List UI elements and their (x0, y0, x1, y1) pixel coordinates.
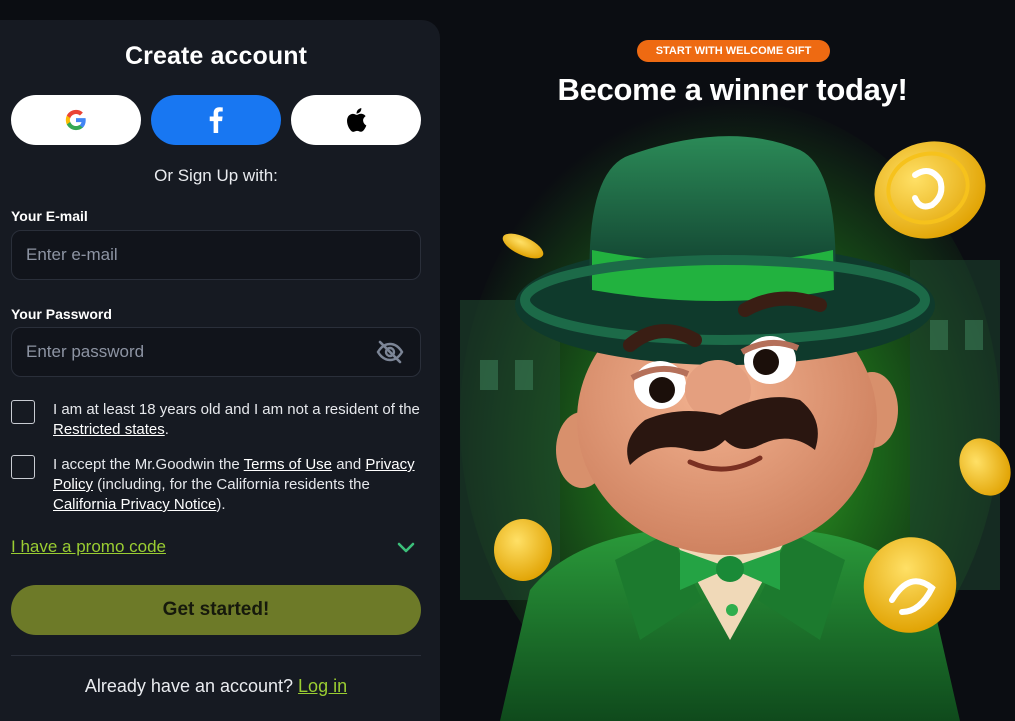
terms-of-use-link[interactable]: Terms of Use (244, 456, 332, 473)
or-sign-up-text: Or Sign Up with: (154, 166, 278, 185)
facebook-icon (209, 107, 223, 133)
terms-text-2: and (332, 456, 366, 473)
terms-text-3: (including, for the California residents… (93, 476, 370, 493)
password-label: Your Password (11, 306, 112, 322)
login-prompt-text: Already have an account? (84, 676, 299, 696)
hero-banner: START WITH WELCOME GIFT Become a winner … (440, 0, 1015, 721)
age-checkbox[interactable] (11, 400, 35, 424)
login-prompt: Already have an account? Log in (0, 676, 432, 697)
get-started-button[interactable]: Get started! (11, 585, 421, 635)
email-label: Your E-mail (11, 208, 88, 224)
hero-headline: Become a winner today! (557, 72, 908, 107)
eye-off-icon[interactable] (376, 339, 404, 365)
terms-check-label: I accept the Mr.Goodwin the Terms of Use… (53, 455, 423, 515)
signup-page: Create account Or Sign Up with: Your E-m… (0, 0, 1015, 721)
password-field-wrapper (11, 327, 421, 377)
apple-icon (347, 108, 367, 132)
age-check-end: . (164, 421, 169, 438)
restricted-states-link[interactable]: Restricted states (53, 421, 165, 438)
page-title: Create account (124, 42, 307, 70)
age-check-text: I am at least 18 years old and I am not … (53, 401, 420, 418)
facebook-signup-button[interactable] (151, 95, 281, 145)
login-link[interactable]: Log in (298, 676, 347, 696)
google-icon (65, 109, 86, 131)
email-field-wrapper (11, 230, 421, 280)
terms-checkbox[interactable] (11, 455, 35, 479)
welcome-gift-badge: START WITH WELCOME GIFT (637, 40, 830, 62)
terms-text-1: I accept the Mr.Goodwin the (53, 456, 244, 473)
california-privacy-notice-link[interactable]: California Privacy Notice (53, 496, 216, 513)
apple-signup-button[interactable] (291, 95, 421, 145)
mascot-illustration (440, 0, 1015, 721)
signup-panel: Create account Or Sign Up with: Your E-m… (0, 20, 440, 721)
chevron-down-icon[interactable] (396, 541, 416, 555)
terms-text-4: ). (216, 496, 226, 513)
divider (11, 655, 421, 656)
age-check-label: I am at least 18 years old and I am not … (53, 400, 423, 440)
promo-code-toggle[interactable]: I have a promo code (11, 537, 166, 557)
password-field[interactable] (12, 328, 420, 376)
email-field[interactable] (12, 231, 420, 279)
google-signup-button[interactable] (11, 95, 141, 145)
